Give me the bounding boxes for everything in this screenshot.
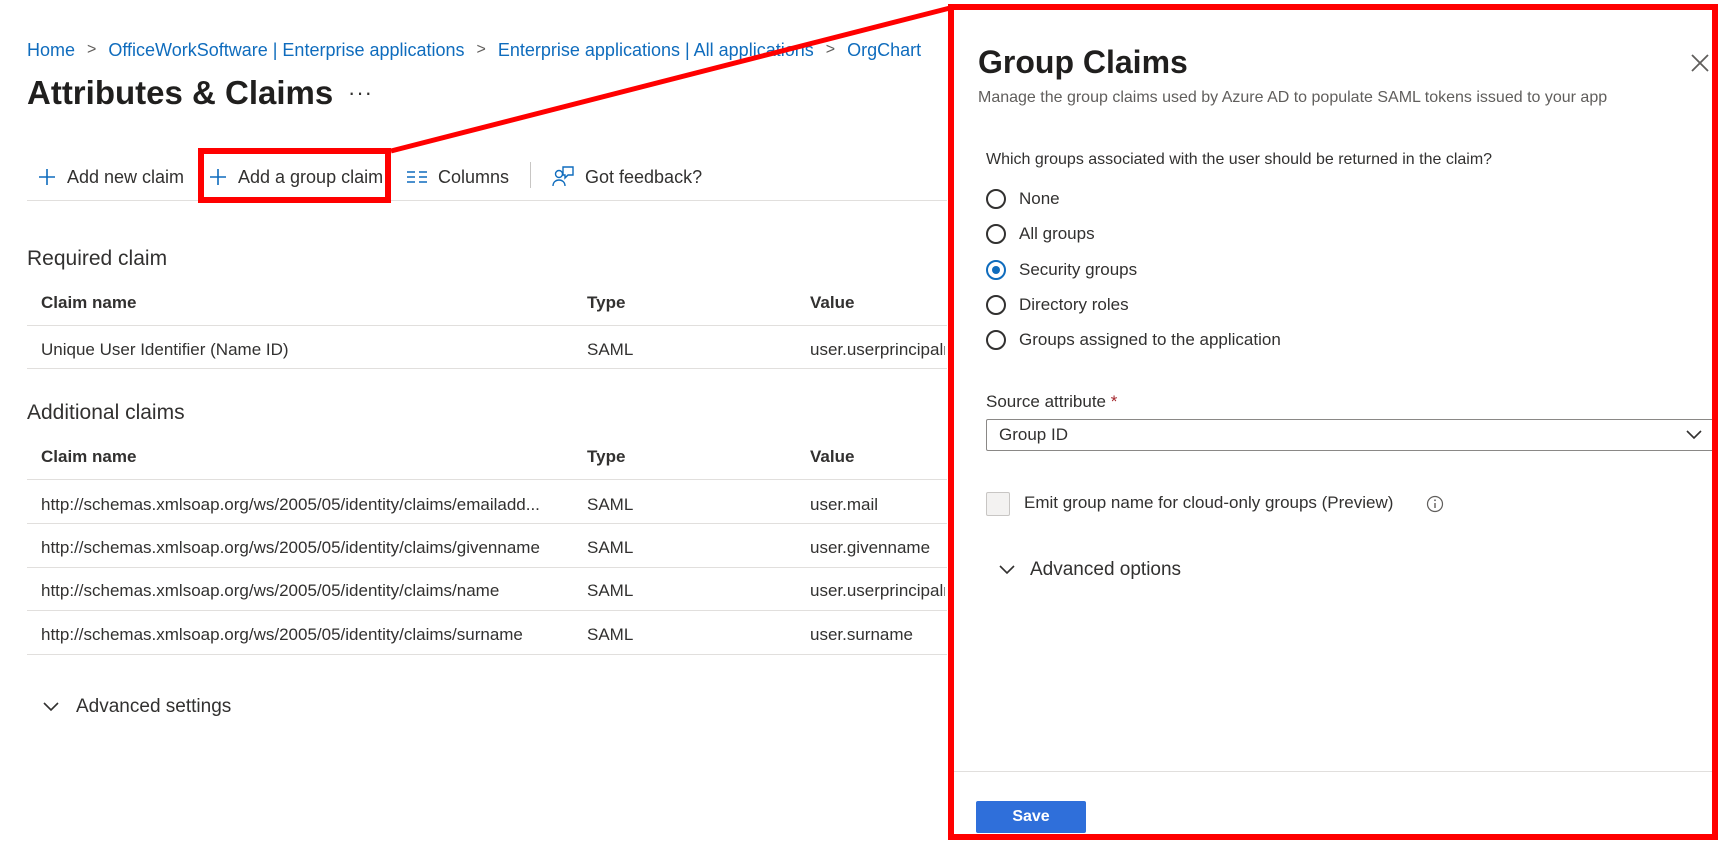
toolbar-divider [27, 200, 947, 201]
breadcrumb-app[interactable]: OrgChart [847, 40, 921, 61]
chevron-right-icon: > [87, 41, 97, 58]
table-row-claim-name[interactable]: http://schemas.xmlsoap.org/ws/2005/05/id… [41, 581, 499, 601]
additional-claims-title: Additional claims [27, 401, 185, 424]
table-row-value: user.surname [810, 625, 913, 644]
table-row-type: SAML [587, 340, 634, 359]
column-header-type: Type [587, 293, 626, 312]
row-divider [27, 654, 947, 655]
group-question-label: Which groups associated with the user sh… [986, 151, 1493, 168]
table-row-claim-name[interactable]: Unique User Identifier (Name ID) [41, 340, 289, 360]
table-row-claim-name[interactable]: http://schemas.xmlsoap.org/ws/2005/05/id… [41, 495, 540, 515]
required-marker: * [1110, 392, 1118, 411]
radio-circle-selected[interactable] [986, 260, 1006, 280]
radio-label: Security groups [1019, 260, 1138, 279]
radio-label: None [1019, 189, 1060, 208]
row-divider [27, 479, 947, 480]
table-row-claim-name[interactable]: http://schemas.xmlsoap.org/ws/2005/05/id… [41, 538, 540, 558]
chevron-right-icon: > [476, 41, 486, 58]
add-new-claim-button[interactable]: Add new claim [37, 162, 184, 192]
advanced-options-label: Advanced options [1030, 559, 1182, 580]
column-header-value: Value [810, 447, 855, 466]
radio-none[interactable]: None [986, 186, 1060, 212]
table-row-value: user.mail [810, 495, 879, 514]
group-claims-panel: Group Claims Manage the group claims use… [948, 4, 1718, 840]
radio-circle[interactable] [986, 189, 1006, 209]
chevron-down-icon [43, 702, 59, 712]
table-row-claim-name[interactable]: http://schemas.xmlsoap.org/ws/2005/05/id… [41, 625, 523, 645]
column-header-claim-name: Claim name [41, 447, 137, 466]
chevron-right-icon: > [825, 41, 836, 58]
row-divider [27, 567, 947, 568]
save-button[interactable]: Save [976, 801, 1086, 833]
columns-button[interactable]: Columns [406, 162, 509, 192]
feedback-label: Got feedback? [585, 166, 703, 187]
panel-title: Group Claims [978, 44, 1188, 80]
radio-groups-assigned[interactable]: Groups assigned to the application [986, 327, 1281, 353]
column-header-type: Type [587, 447, 626, 466]
required-claim-title: Required claim [27, 247, 168, 270]
radio-circle[interactable] [986, 295, 1006, 315]
columns-icon [407, 171, 427, 183]
highlight-box [198, 148, 391, 203]
breadcrumb-home[interactable]: Home [27, 40, 75, 61]
breadcrumb: Home > OfficeWorkSoftware | Enterprise a… [27, 38, 921, 62]
close-icon[interactable] [1689, 52, 1711, 74]
columns-label: Columns [438, 166, 510, 187]
table-row-value: user.userprincipalname [810, 340, 945, 359]
plus-icon [39, 169, 55, 185]
radio-label: Directory roles [1019, 295, 1129, 314]
radio-circle[interactable] [986, 224, 1006, 244]
radio-circle[interactable] [986, 330, 1006, 350]
more-options-icon[interactable]: ··· [348, 80, 373, 106]
table-row-type: SAML [587, 495, 634, 514]
radio-label: Groups assigned to the application [1019, 330, 1281, 349]
radio-security-groups[interactable]: Security groups [986, 257, 1137, 283]
add-new-claim-label: Add new claim [67, 166, 185, 187]
radio-directory-roles[interactable]: Directory roles [986, 292, 1129, 318]
panel-subtitle: Manage the group claims used by Azure AD… [978, 89, 1608, 106]
row-divider [27, 368, 947, 369]
advanced-settings-toggle[interactable]: Advanced settings [42, 694, 231, 720]
table-row-type: SAML [587, 625, 634, 644]
breadcrumb-all-applications[interactable]: Enterprise applications | All applicatio… [498, 40, 814, 61]
radio-label: All groups [1019, 224, 1095, 243]
feedback-button[interactable]: Got feedback? [551, 162, 702, 192]
table-row-value: user.givenname [810, 538, 931, 557]
chevron-down-icon [1686, 430, 1702, 440]
column-header-claim-name: Claim name [41, 293, 137, 312]
page-title: Attributes & Claims [27, 74, 334, 111]
row-divider [27, 610, 947, 611]
radio-all-groups[interactable]: All groups [986, 221, 1095, 247]
feedback-icon [552, 166, 574, 187]
row-divider [27, 523, 947, 524]
emit-group-name-checkbox[interactable] [986, 492, 1010, 516]
source-attribute-dropdown[interactable]: Group ID [986, 419, 1712, 451]
toolbar-separator [530, 162, 531, 188]
table-row-type: SAML [587, 581, 634, 600]
source-attribute-value: Group ID [999, 425, 1068, 444]
source-attribute-label: Source attribute * [986, 392, 1117, 412]
source-attribute-text: Source attribute [986, 392, 1107, 411]
column-header-value: Value [810, 293, 855, 312]
advanced-options-toggle[interactable]: Advanced options [998, 557, 1181, 583]
breadcrumb-enterprise-apps[interactable]: OfficeWorkSoftware | Enterprise applicat… [108, 40, 464, 61]
info-icon[interactable] [1426, 495, 1444, 513]
row-divider [27, 325, 947, 326]
footer-divider [954, 771, 1712, 772]
chevron-down-icon [999, 565, 1015, 575]
table-row-value: user.userprincipalname [810, 581, 945, 600]
emit-group-name-label: Emit group name for cloud-only groups (P… [1024, 493, 1394, 512]
table-row-type: SAML [587, 538, 634, 557]
advanced-settings-label: Advanced settings [76, 696, 232, 717]
